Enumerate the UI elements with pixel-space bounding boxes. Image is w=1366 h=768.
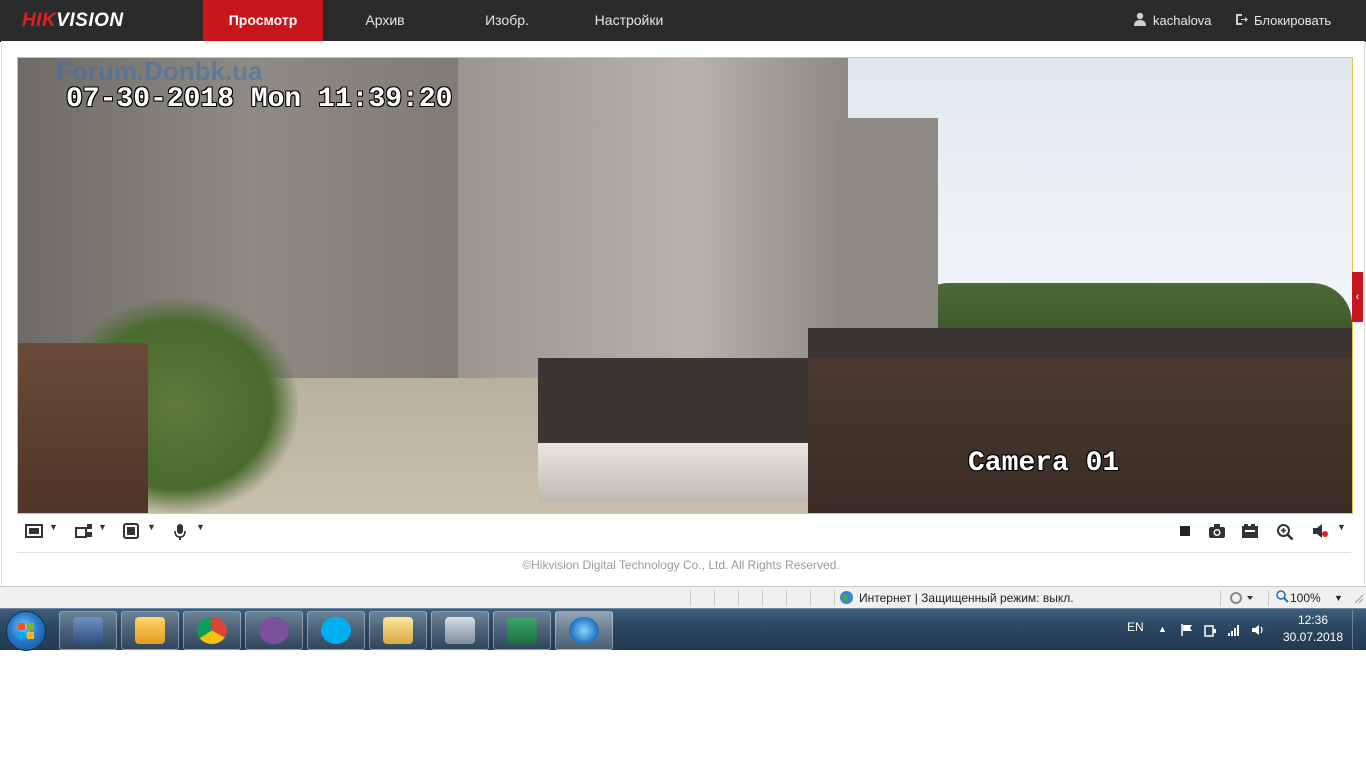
network-signal-icon[interactable] (1227, 623, 1241, 640)
zoom-level[interactable]: 100% (1290, 591, 1321, 605)
record-icon[interactable] (1241, 523, 1259, 543)
taskbar-skype[interactable] (307, 611, 365, 650)
windows-taskbar: EN ▲ 12:36 30.07.2018 (0, 608, 1366, 651)
flag-icon[interactable] (1180, 623, 1194, 640)
show-desktop-button[interactable] (1352, 610, 1366, 649)
user-icon (1133, 1, 1147, 42)
taskbar-explorer[interactable] (369, 611, 427, 650)
lock-button[interactable]: Блокировать (1235, 0, 1331, 41)
viber-icon (259, 617, 289, 644)
osd-timestamp: 07-30-2018 Mon 11:39:20 (66, 84, 453, 115)
resize-grip-icon[interactable] (1354, 593, 1364, 607)
skype-icon (321, 617, 351, 644)
zoom-icon[interactable] (1276, 590, 1289, 606)
chevron-down-icon[interactable]: ▼ (196, 522, 205, 532)
taskbar-viber[interactable] (245, 611, 303, 650)
globe-icon (839, 590, 854, 608)
window-layout-icon[interactable] (25, 523, 43, 543)
video-brick-wall (18, 343, 148, 513)
logout-icon (1235, 1, 1248, 42)
volume-tray-icon[interactable] (1251, 623, 1265, 640)
chevron-down-icon[interactable]: ▼ (1334, 593, 1343, 603)
live-video-view[interactable]: Forum.Donbk.ua 07-30-2018 Mon 11:39:20 C… (17, 57, 1353, 514)
copyright: ©Hikvision Digital Technology Co., Ltd. … (522, 558, 840, 572)
tab-live-view[interactable]: Просмотр (203, 0, 323, 41)
protected-mode-icon[interactable] (1228, 590, 1254, 608)
taskbar-outlook[interactable] (121, 611, 179, 650)
video-shed (808, 358, 1352, 513)
start-button[interactable] (6, 611, 46, 651)
capture-icon[interactable] (1208, 523, 1226, 543)
video-toolbar: ▼ ▼ ▼ ▼ ▼ (17, 514, 1351, 553)
taskbar-internet-explorer[interactable] (555, 611, 613, 650)
aspect-ratio-icon[interactable] (123, 523, 139, 543)
video-building-center (458, 58, 848, 378)
stream-select-icon[interactable] (75, 523, 93, 543)
computer-icon (73, 617, 103, 644)
osd-camera-name: Camera 01 (968, 448, 1120, 479)
taskbar-chrome[interactable] (183, 611, 241, 650)
digital-zoom-icon[interactable] (1276, 523, 1294, 543)
ptz-panel-toggle[interactable]: ‹ (1352, 272, 1363, 322)
chevron-down-icon[interactable]: ▼ (147, 522, 156, 532)
hikvision-logo: HIKVISION (22, 10, 124, 31)
top-nav-bar: HIKVISION Просмотр Архив Изобр. Настройк… (0, 0, 1366, 42)
folder-icon (383, 617, 413, 644)
browser-status-bar: Интернет | Защищенный режим: выкл. 100% … (0, 586, 1366, 609)
chrome-icon (197, 617, 227, 644)
tab-picture[interactable]: Изобр. (447, 0, 567, 41)
stop-icon[interactable] (1179, 525, 1191, 545)
excel-icon (507, 617, 537, 644)
outlook-icon (135, 617, 165, 644)
security-zone-text: Интернет | Защищенный режим: выкл. (859, 591, 1074, 605)
chevron-down-icon[interactable]: ▼ (98, 522, 107, 532)
volume-icon[interactable] (1312, 523, 1330, 543)
video-blocks (538, 443, 818, 503)
clock-time: 12:36 (1297, 613, 1329, 627)
taskbar-excel[interactable] (493, 611, 551, 650)
language-indicator[interactable]: EN (1127, 620, 1144, 634)
clock-date: 30.07.2018 (1282, 630, 1344, 644)
taskbar-network-app[interactable] (59, 611, 117, 650)
tab-playback[interactable]: Архив (325, 0, 445, 41)
control-panel-icon (445, 617, 475, 644)
watermark: Forum.Donbk.ua (56, 57, 263, 86)
username: kachalova (1153, 13, 1212, 28)
user-menu[interactable]: kachalova (1133, 0, 1212, 41)
show-hidden-icons[interactable]: ▲ (1158, 624, 1167, 634)
usb-icon[interactable] (1203, 623, 1217, 640)
tab-configuration[interactable]: Настройки (569, 0, 689, 41)
chevron-down-icon[interactable]: ▼ (1337, 522, 1346, 532)
system-clock[interactable]: 12:36 30.07.2018 (1278, 612, 1348, 646)
taskbar-control-panel[interactable] (431, 611, 489, 650)
ie-icon (569, 617, 599, 644)
microphone-icon[interactable] (173, 523, 187, 543)
lock-label: Блокировать (1254, 13, 1332, 28)
chevron-down-icon[interactable]: ▼ (49, 522, 58, 532)
